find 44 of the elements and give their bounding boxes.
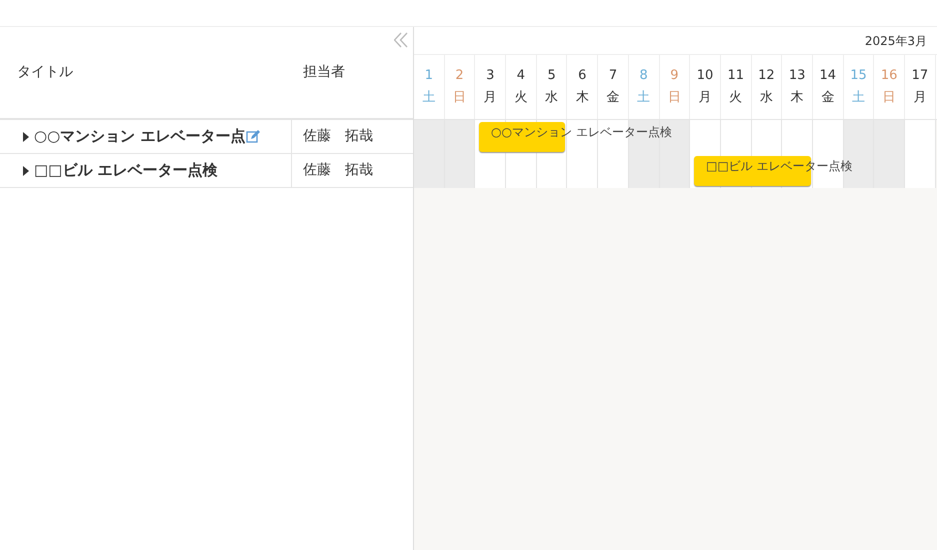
weekday-label: 月 bbox=[482, 89, 498, 107]
month-label: 2025年3月 bbox=[864, 32, 927, 50]
weekday-label: 火 bbox=[728, 89, 744, 107]
day-number: 14 bbox=[818, 67, 838, 85]
column-header[interactable]: タイトル bbox=[17, 64, 73, 80]
weekday-label: 水 bbox=[544, 89, 560, 107]
weekday-label: 月 bbox=[912, 89, 928, 107]
weekday-label: 土 bbox=[850, 89, 866, 107]
day-number: 2 bbox=[454, 67, 465, 85]
weekday-label: 土 bbox=[421, 89, 436, 107]
day-number: 5 bbox=[546, 67, 557, 85]
task-title: □□ビル エレベーター点検 bbox=[34, 160, 218, 182]
day-number: 10 bbox=[696, 67, 714, 85]
task-title: ○○マンション エレベーター点 bbox=[34, 126, 246, 148]
day-number: 9 bbox=[669, 67, 680, 85]
weekday-label: 日 bbox=[452, 89, 468, 107]
day-number: 16 bbox=[880, 67, 898, 85]
assignee-cell: 佐藤 拓哉 bbox=[303, 128, 373, 144]
day-number: 8 bbox=[638, 67, 649, 85]
weekday-label: 金 bbox=[820, 89, 836, 107]
weekday-label: 月 bbox=[698, 89, 713, 107]
day-number: 15 bbox=[849, 67, 868, 85]
column-header[interactable]: 担当者 bbox=[303, 64, 345, 80]
day-number: 4 bbox=[516, 67, 526, 85]
day-number: 3 bbox=[485, 67, 496, 85]
weekday-label: 金 bbox=[605, 89, 620, 107]
assignee-cell: 佐藤 拓哉 bbox=[303, 162, 373, 178]
day-number: 6 bbox=[577, 67, 588, 85]
expand-icon[interactable] bbox=[22, 166, 30, 176]
weekday-label: 土 bbox=[636, 89, 652, 107]
day-number: 11 bbox=[726, 67, 745, 85]
day-number: 17 bbox=[910, 67, 930, 85]
day-number: 1 bbox=[424, 67, 434, 85]
weekday-label: 木 bbox=[574, 89, 590, 107]
weekday-label: 日 bbox=[882, 89, 897, 107]
day-number: 13 bbox=[788, 67, 806, 85]
expand-icon[interactable] bbox=[22, 132, 30, 142]
weekday-label: 水 bbox=[758, 89, 774, 107]
day-number: 12 bbox=[757, 67, 776, 85]
weekday-label: 火 bbox=[513, 89, 528, 107]
edit-icon[interactable] bbox=[246, 130, 260, 144]
weekday-label: 日 bbox=[666, 89, 682, 107]
weekday-label: 木 bbox=[790, 89, 805, 107]
day-number: 7 bbox=[608, 67, 618, 85]
